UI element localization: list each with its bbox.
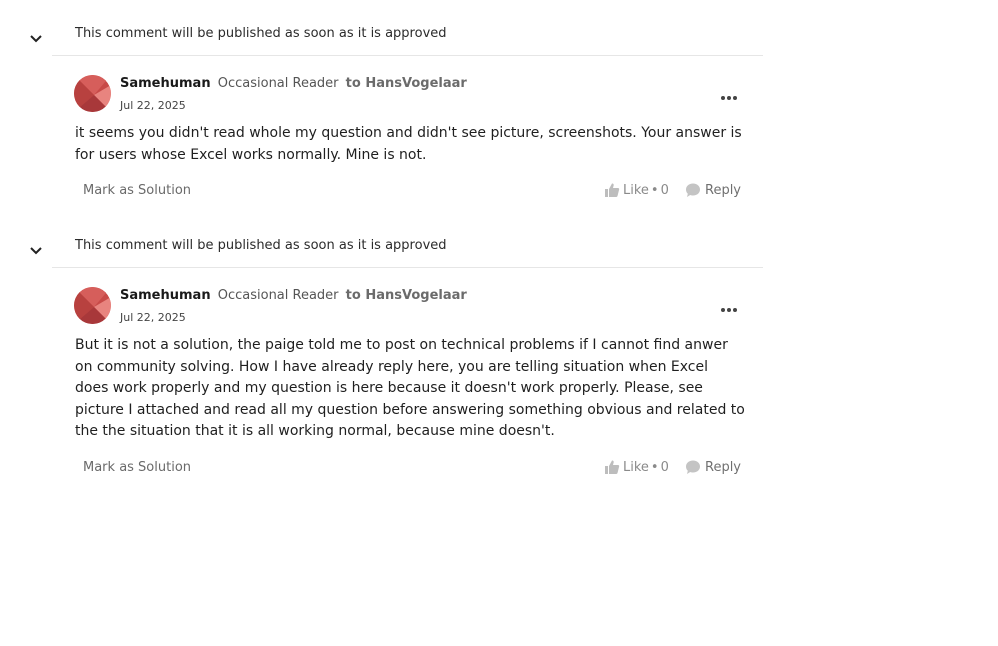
like-label: Like [623,459,649,475]
thumbs-up-icon [605,183,620,197]
pending-approval-note: This comment will be published as soon a… [75,26,447,41]
mark-as-solution-button[interactable]: Mark as Solution [83,183,191,198]
like-separator: • [650,459,659,475]
avatar[interactable] [74,75,111,112]
like-separator: • [650,182,659,198]
author-name[interactable]: Samehuman [120,76,211,91]
collapse-toggle[interactable] [27,244,45,258]
comment-actions: Mark as Solution Like • 0 Reply [75,180,750,204]
avatar-image [74,287,111,324]
speech-bubble-icon [686,183,700,197]
like-label: Like [623,182,649,198]
reply-to-user[interactable]: to HansVogelaar [346,76,467,91]
collapse-toggle[interactable] [27,32,45,46]
author-name[interactable]: Samehuman [120,288,211,303]
pending-approval-note: This comment will be published as soon a… [75,238,447,253]
more-options-icon [721,96,737,100]
chevron-down-icon [30,247,42,255]
like-count: 0 [660,459,669,475]
chevron-down-icon [30,35,42,43]
reply-label: Reply [705,182,742,198]
avatar[interactable] [74,287,111,324]
divider [52,55,763,56]
reply-button[interactable]: Reply [685,459,741,475]
more-options-button[interactable] [719,300,739,312]
author-rank: Occasional Reader [217,288,339,303]
author-rank: Occasional Reader [217,76,339,91]
more-options-icon [721,308,737,312]
comment-body: it seems you didn't read whole my questi… [75,125,742,163]
reply-to-user[interactable]: to HansVogelaar [346,288,467,303]
mark-as-solution-button[interactable]: Mark as Solution [83,460,191,475]
comment-date: Jul 22, 2025 [120,99,186,112]
comment-date: Jul 22, 2025 [120,311,186,324]
like-count: 0 [660,182,669,198]
more-options-button[interactable] [719,88,739,100]
author-line: Samehuman Occasional Reader to HansVogel… [120,288,467,303]
reply-button[interactable]: Reply [685,182,741,198]
comment-body: But it is not a solution, the paige told… [75,337,745,440]
like-button[interactable]: Like • 0 [604,182,669,198]
divider [52,267,763,268]
comment-actions: Mark as Solution Like • 0 Reply [75,457,750,481]
author-line: Samehuman Occasional Reader to HansVogel… [120,76,467,91]
reply-label: Reply [705,459,742,475]
thumbs-up-icon [605,460,620,474]
speech-bubble-icon [686,460,700,474]
like-button[interactable]: Like • 0 [604,459,669,475]
avatar-image [74,75,111,112]
